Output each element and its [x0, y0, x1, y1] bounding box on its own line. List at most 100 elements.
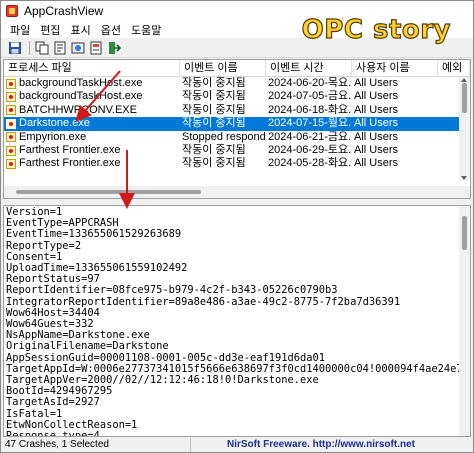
- table-cell-user: All Users: [352, 144, 438, 157]
- window-title: AppCrashView: [24, 4, 104, 18]
- cell-text: backgroundTaskHost.exe: [19, 90, 143, 103]
- cell-text: All Users: [354, 130, 399, 143]
- table-cell-event: 작동이 중지됨: [180, 144, 266, 157]
- table-cell-file: Empyrion.exe: [4, 131, 180, 144]
- properties-icon[interactable]: [88, 40, 104, 56]
- app-window: AppCrashView OPC story 파일 편집 표시 옵션 도움말 프…: [0, 0, 474, 453]
- table-cell-file: backgroundTaskHost.exe: [4, 90, 180, 103]
- column-header-exception[interactable]: 예외: [438, 60, 470, 77]
- crash-report-pane[interactable]: Version=1 EventType=APPCRASH EventTime=133…: [3, 205, 471, 437]
- table-cell-event: 작동이 중지됨: [180, 117, 266, 130]
- cell-text: 작동이 중지됨: [182, 103, 246, 116]
- menu-options[interactable]: 옵션: [96, 22, 126, 38]
- html-report-icon[interactable]: [70, 40, 86, 56]
- cell-text: 작동이 중지됨: [182, 143, 246, 156]
- cell-text: Farthest Frontier.exe: [19, 157, 121, 170]
- crash-file-icon: [6, 145, 16, 156]
- table-cell-event: 작동이 중지됨: [180, 90, 266, 103]
- table-row[interactable]: Darkstone.exe 작동이 중지됨 2024-07-15-월요... All …: [4, 117, 459, 131]
- table-row[interactable]: Farthest Frontier.exe 작동이 중지됨 2024-06-29-토…: [4, 144, 459, 157]
- cell-text: 작동이 중지됨: [182, 157, 246, 170]
- cell-text: 2024-06-18-화요...: [268, 103, 352, 116]
- scroll-thumb[interactable]: [462, 216, 467, 250]
- cell-text: 작동이 중지됨: [182, 90, 246, 103]
- table-row[interactable]: Empyrion.exe Stopped respondi...2024-06-2…: [4, 131, 459, 144]
- table-row[interactable]: backgroundTaskHost.exe 작동이 중지됨 2024-07-05-…: [4, 90, 459, 103]
- crash-file-icon: [6, 159, 16, 170]
- cell-text: 2024-06-20-목요...: [268, 77, 352, 89]
- scroll-thumb[interactable]: [462, 83, 467, 113]
- report-vertical-scrollbar[interactable]: [459, 206, 470, 436]
- report-line: Response.type=4: [6, 430, 100, 437]
- report-line: ReportIdentifier=08fce975-b979-4c2f-b343…: [6, 284, 338, 297]
- list-header: 프로세스 파일 이벤트 이름 이벤트 시간 사용자 이름 예외: [4, 60, 470, 77]
- table-cell-file: Farthest Frontier.exe: [4, 157, 180, 170]
- cell-text: Empyrion.exe: [19, 130, 87, 143]
- column-header-user-name[interactable]: 사용자 이름: [352, 60, 438, 77]
- menu-edit[interactable]: 편집: [35, 22, 65, 38]
- table-cell-user: All Users: [352, 104, 438, 117]
- report-line: TargetAsId=2927: [6, 396, 100, 409]
- report-line: EventTime=133655061529263689: [6, 228, 182, 241]
- table-cell-time: 2024-07-15-월요...: [266, 117, 352, 130]
- crash-file-icon: [6, 118, 16, 129]
- copy-icon[interactable]: [34, 40, 50, 56]
- cell-text: 2024-06-21-금요...: [268, 130, 352, 143]
- cell-text: 작동이 중지됨: [182, 77, 246, 89]
- table-cell-time: 2024-06-29-토요...: [266, 144, 352, 157]
- crash-list[interactable]: 프로세스 파일 이벤트 이름 이벤트 시간 사용자 이름 예외 backgrou…: [3, 59, 471, 199]
- table-cell-time: 2024-06-18-화요...: [266, 104, 352, 117]
- list-vertical-scrollbar[interactable]: [459, 77, 470, 181]
- table-cell-time: 2024-07-05-금요...: [266, 90, 352, 103]
- column-header-event-time[interactable]: 이벤트 시간: [266, 60, 352, 77]
- menu-view[interactable]: 표시: [66, 22, 96, 38]
- menu-file[interactable]: 파일: [5, 22, 35, 38]
- table-cell-file: backgroundTaskHost.exe: [4, 77, 180, 90]
- column-header-process-file[interactable]: 프로세스 파일: [4, 60, 180, 77]
- table-cell-user: All Users: [352, 117, 438, 130]
- scroll-thumb[interactable]: [16, 190, 201, 194]
- cell-text: Darkstone.exe: [19, 117, 90, 130]
- report-line: ReportType=2: [6, 239, 82, 252]
- list-body: backgroundTaskHost.exe 작동이 중지됨 2024-06-20-…: [4, 77, 459, 171]
- cell-text: 작동이 중지됨: [182, 117, 246, 130]
- table-cell-time: 2024-06-21-금요...: [266, 131, 352, 144]
- cell-text: backgroundTaskHost.exe: [19, 77, 143, 89]
- table-row[interactable]: Farthest Frontier.exe 작동이 중지됨 2024-05-28-화…: [4, 157, 459, 170]
- exit-icon[interactable]: [106, 40, 122, 56]
- cell-text: All Users: [354, 90, 399, 103]
- table-cell-user: All Users: [352, 77, 438, 90]
- crash-file-icon: [6, 132, 16, 143]
- table-cell-time: 2024-06-20-목요...: [266, 77, 352, 90]
- app-crash-icon: [6, 5, 18, 17]
- report-icon[interactable]: [52, 40, 68, 56]
- nirsoft-link[interactable]: NirSoft Freeware. http://www.nirsoft.net: [191, 438, 415, 452]
- scroll-up-icon[interactable]: [461, 78, 467, 82]
- crash-file-icon: [6, 92, 16, 103]
- table-cell-user: All Users: [352, 90, 438, 103]
- cell-text: All Users: [354, 157, 399, 170]
- table-cell-time: 2024-05-28-화요...: [266, 157, 352, 170]
- table-row[interactable]: BATCHHWPCONV.EXE 작동이 중지됨 2024-06-18-화요... A…: [4, 104, 459, 117]
- column-header-event-name[interactable]: 이벤트 이름: [180, 60, 266, 77]
- report-line: OriginalFilename=Darkstone: [6, 340, 169, 353]
- list-horizontal-scrollbar[interactable]: [4, 186, 470, 198]
- cell-text: 2024-07-05-금요...: [268, 90, 352, 103]
- watermark-text: OPC story: [301, 14, 451, 45]
- toolbar-separator: [29, 40, 30, 55]
- scroll-down-icon[interactable]: [461, 176, 467, 180]
- crash-file-icon: [6, 78, 16, 89]
- status-crash-count: 47 Crashes, 1 Selected: [1, 438, 191, 452]
- cell-text: Farthest Frontier.exe: [19, 143, 121, 156]
- cell-text: All Users: [354, 143, 399, 156]
- cell-text: 2024-06-29-토요...: [268, 143, 352, 156]
- menu-help[interactable]: 도움말: [126, 22, 166, 38]
- save-icon[interactable]: [7, 40, 23, 56]
- cell-text: 2024-07-15-월요...: [268, 117, 352, 130]
- cell-text: All Users: [354, 103, 399, 116]
- table-cell-file: Darkstone.exe: [4, 117, 180, 130]
- cell-text: Stopped respondi...: [182, 130, 266, 143]
- table-row[interactable]: backgroundTaskHost.exe 작동이 중지됨 2024-06-20-…: [4, 77, 459, 90]
- cell-text: BATCHHWPCONV.EXE: [19, 103, 137, 116]
- table-cell-file: BATCHHWPCONV.EXE: [4, 104, 180, 117]
